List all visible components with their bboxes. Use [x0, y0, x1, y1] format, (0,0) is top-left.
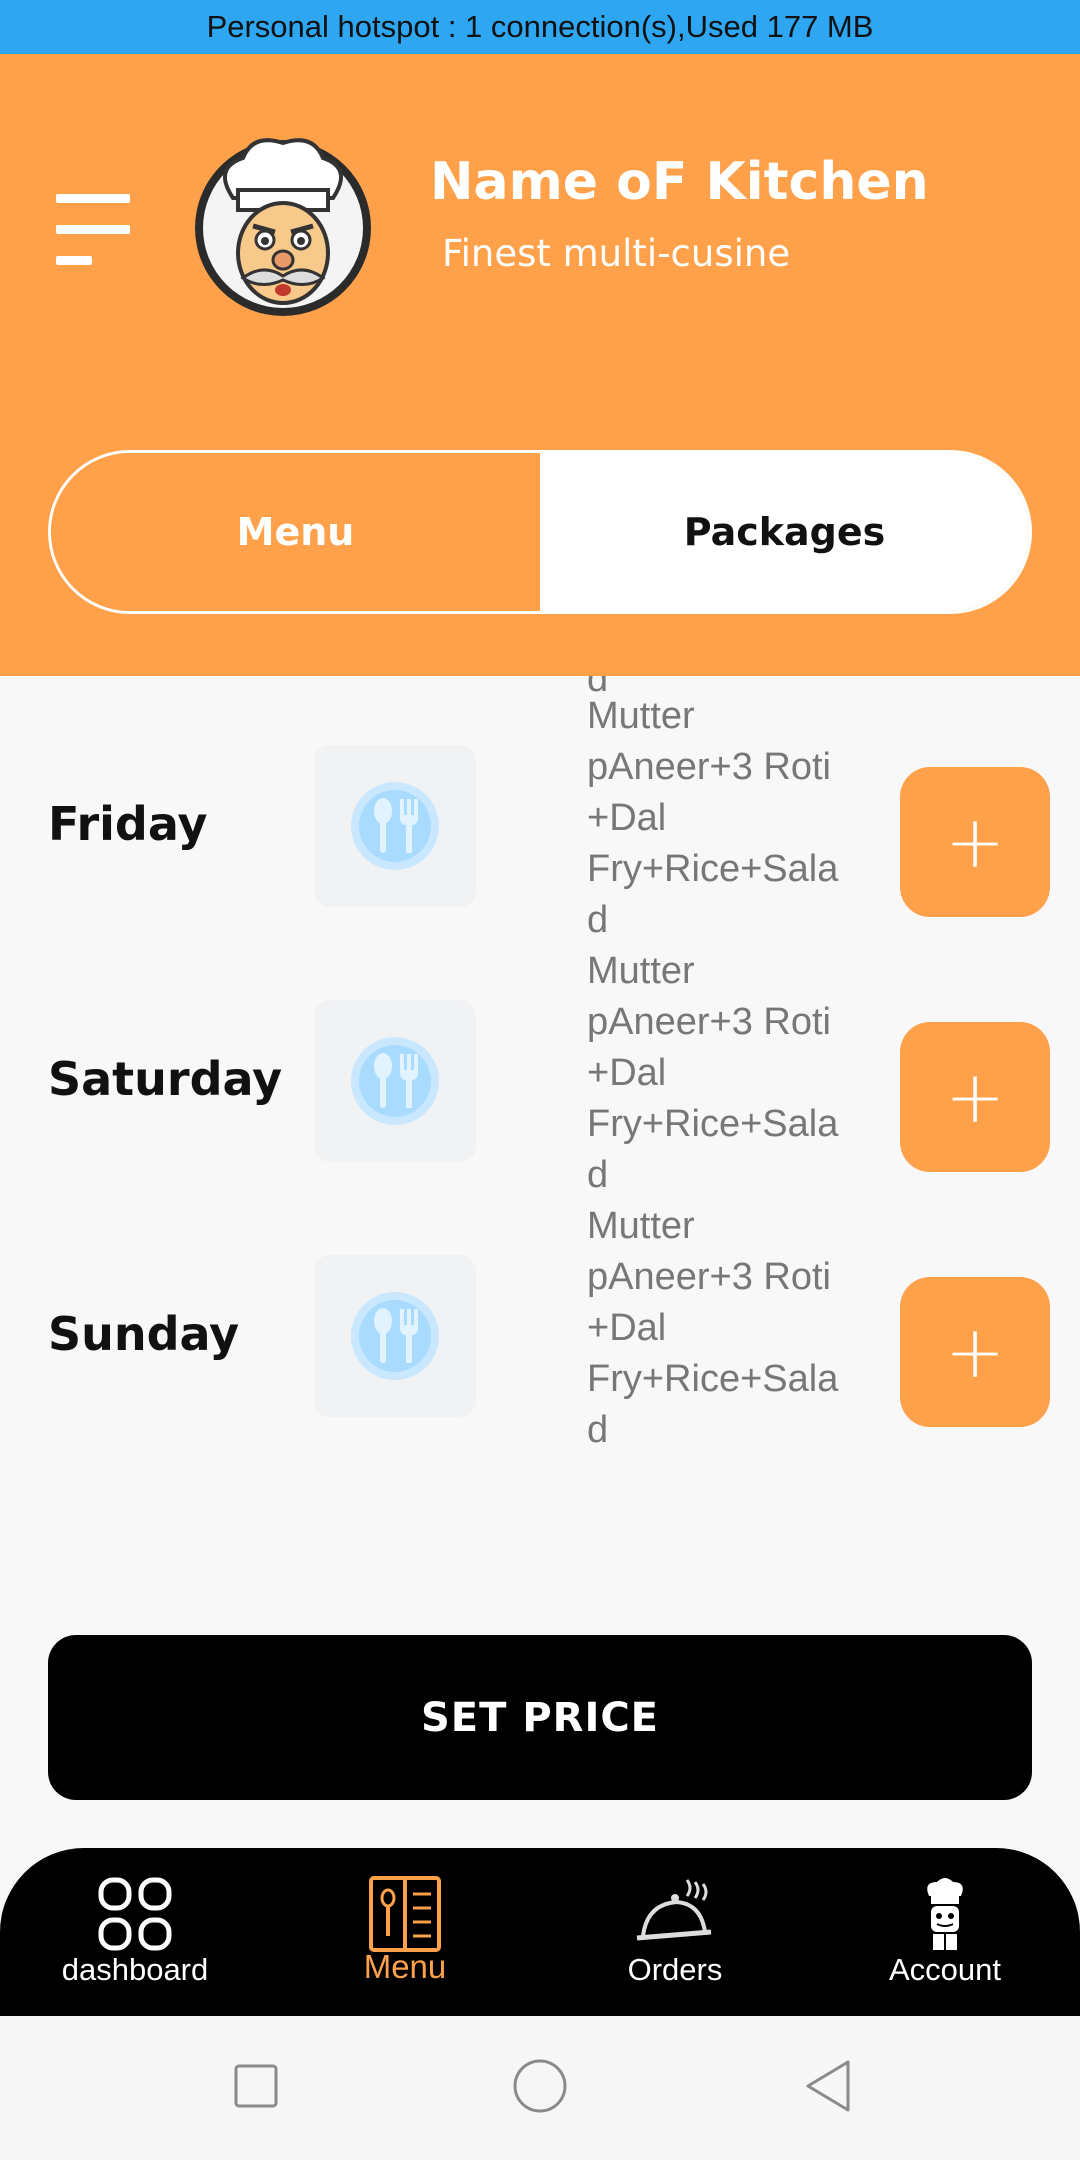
square-icon[interactable]: [232, 2062, 280, 2110]
dish-image-placeholder: [314, 745, 476, 907]
add-dish-button[interactable]: +: [900, 1277, 1050, 1427]
tab-menu[interactable]: Menu: [51, 453, 540, 611]
list-item: Friday Mutter pAneer+3 Roti +Dal Fry+Ric…: [0, 695, 1080, 956]
cutlery-icon: [351, 1292, 439, 1380]
nav-label: Account: [888, 1952, 1001, 1987]
nav-label: Orders: [627, 1952, 723, 1987]
day-label: Sunday: [48, 1307, 240, 1361]
nav-label: dashboard: [61, 1952, 209, 1987]
kitchen-tagline: Finest multi-cusine: [442, 232, 791, 275]
cloche-icon: [636, 1879, 712, 1941]
weekly-menu-list: d Friday Mutter pAneer+3 Roti +Dal Fry+R…: [0, 676, 1080, 1476]
bottom-navigation: dashboard Menu Orders Account: [0, 1848, 1080, 2016]
list-item: Saturday Mutter pAneer+3 Roti +Dal Fry+R…: [0, 950, 1080, 1211]
system-navigation-bar: [0, 2016, 1080, 2160]
app-header: Name oF Kitchen Finest multi-cusine Menu…: [0, 54, 1080, 676]
status-text: Personal hotspot : 1 connection(s),Used …: [206, 9, 874, 44]
dish-image-placeholder: [314, 1255, 476, 1417]
hamburger-icon[interactable]: [56, 194, 130, 265]
grid-icon: [98, 1877, 172, 1951]
cutlery-icon: [351, 782, 439, 870]
nav-account[interactable]: Account: [810, 1848, 1080, 2016]
chef-icon: [927, 1878, 963, 1950]
add-dish-button[interactable]: +: [900, 767, 1050, 917]
day-label: Saturday: [48, 1052, 283, 1106]
menu-packages-toggle: Menu Packages: [48, 450, 1032, 614]
nav-menu[interactable]: Menu: [270, 1848, 540, 2016]
set-price-button[interactable]: SET PRICE: [48, 1635, 1032, 1800]
dish-description: Mutter pAneer+3 Roti +Dal Fry+Rice+Sala …: [587, 1205, 839, 1451]
kitchen-name: Name oF Kitchen: [430, 152, 929, 212]
add-dish-button[interactable]: +: [900, 1022, 1050, 1172]
nav-orders[interactable]: Orders: [540, 1848, 810, 2016]
chef-logo: [195, 138, 371, 316]
status-bar: Personal hotspot : 1 connection(s),Used …: [0, 0, 1080, 54]
circle-icon[interactable]: [512, 2058, 568, 2114]
back-triangle-icon[interactable]: [800, 2058, 856, 2114]
nav-label: Menu: [363, 1948, 447, 1985]
dish-description: Mutter pAneer+3 Roti +Dal Fry+Rice+Sala …: [587, 950, 839, 1196]
dish-description: Mutter pAneer+3 Roti +Dal Fry+Rice+Sala …: [587, 695, 839, 941]
dish-image-placeholder: [314, 1000, 476, 1162]
menu-book-icon: [369, 1876, 441, 1952]
nav-dashboard[interactable]: dashboard: [0, 1848, 270, 2016]
tab-packages[interactable]: Packages: [540, 453, 1029, 611]
list-item: Sunday Mutter pAneer+3 Roti +Dal Fry+Ric…: [0, 1205, 1080, 1466]
cutlery-icon: [351, 1037, 439, 1125]
day-label: Friday: [48, 797, 208, 851]
